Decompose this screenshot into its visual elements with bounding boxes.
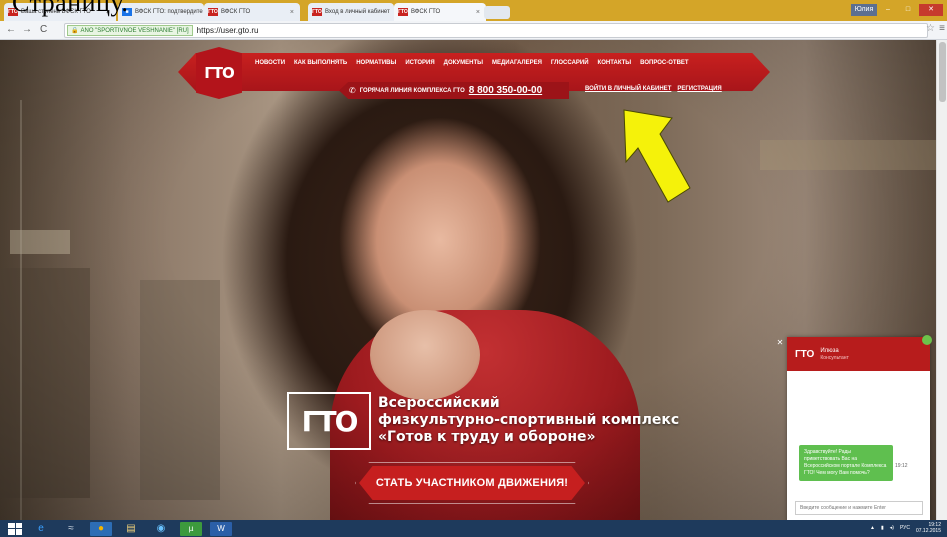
yellow-arrow-annotation bbox=[623, 109, 691, 203]
tagline: Всероссийский физкультурно-спортивный ко… bbox=[378, 395, 679, 446]
gto-favicon-icon: ГТО bbox=[208, 8, 218, 16]
minimize-button[interactable]: – bbox=[879, 4, 897, 16]
gto-big-logo-text: ГТО bbox=[301, 404, 359, 438]
nav-glossary[interactable]: ГЛОССАРИЙ bbox=[551, 60, 589, 66]
hotline-label: ГОРЯЧАЯ ЛИНИЯ КОМПЛЕКСА ГТО bbox=[359, 87, 465, 94]
volume-icon[interactable]: ◂) bbox=[890, 525, 894, 531]
windows-taskbar: e ≈ ● ▤ ◉ µ W ▲ ▮ ◂) РУС 19:12 07.12.201… bbox=[0, 520, 947, 537]
chat-agent-role: Консультант bbox=[820, 355, 849, 361]
online-status-dot bbox=[922, 335, 932, 345]
chat-close-icon[interactable]: ✕ bbox=[775, 338, 785, 348]
ie-icon[interactable]: e bbox=[30, 522, 52, 536]
auth-links: ВОЙТИ В ЛИЧНЫЙ КАБИНЕТ РЕГИСТРАЦИЯ bbox=[585, 86, 722, 92]
site-logo[interactable]: ГТО bbox=[196, 47, 242, 99]
phone-icon: ✆ bbox=[349, 86, 356, 95]
address-bar: ← → C 🔒 ANO "SPORTIVNOE VESHNANIE" [RU] … bbox=[0, 21, 947, 40]
chat-message-bubble: Здравствуйте! Рады приветствовать Вас на… bbox=[799, 445, 893, 481]
close-window-button[interactable]: ✕ bbox=[919, 4, 943, 16]
ssl-org-label: ANO "SPORTIVNOE VESHNANIE" [RU] bbox=[80, 27, 189, 34]
page-scrollbar[interactable] bbox=[936, 40, 947, 520]
system-tray: ▲ ▮ ◂) РУС 19:12 07.12.2015 bbox=[870, 522, 941, 534]
network-icon[interactable]: ▮ bbox=[881, 525, 884, 531]
tab-5-active[interactable]: ГТО ВФСК ГТО × bbox=[394, 3, 486, 21]
word-icon[interactable]: W bbox=[210, 521, 232, 536]
chat-logo: ГТО bbox=[795, 348, 815, 360]
chat-header[interactable]: ГТО Илюза Консультант bbox=[787, 337, 930, 371]
scrollbar-thumb[interactable] bbox=[939, 42, 946, 102]
tagline-line-3: «Готов к труду и обороне» bbox=[378, 429, 596, 445]
tab-4[interactable]: ГТО Вход в личный кабинет × bbox=[308, 3, 394, 21]
browser-tab-bar: ГТО Ваша ступень ВФСК ГТО × ■ ВФСК ГТО: … bbox=[0, 0, 947, 21]
back-icon[interactable]: ← bbox=[6, 24, 16, 36]
utorrent-icon[interactable]: µ bbox=[180, 521, 202, 536]
tab-2[interactable]: ■ ВФСК ГТО: подтвердите × bbox=[118, 3, 204, 21]
main-nav: НОВОСТИ КАК ВЫПОЛНЯТЬ НОРМАТИВЫ ИСТОРИЯ … bbox=[255, 60, 689, 66]
chat-agent-name: Илюза bbox=[820, 348, 839, 354]
url-input[interactable]: 🔒 ANO "SPORTIVNOE VESHNANIE" [RU] https:… bbox=[64, 23, 928, 38]
gto-favicon-icon: ГТО bbox=[398, 8, 408, 16]
globe-icon[interactable]: ◉ bbox=[150, 522, 172, 536]
chrome-icon[interactable]: ● bbox=[90, 521, 112, 536]
folder-icon[interactable]: ▤ bbox=[120, 522, 142, 536]
tagline-line-1: Всероссийский bbox=[378, 395, 500, 411]
nav-history[interactable]: ИСТОРИЯ bbox=[405, 60, 434, 66]
tab-close-icon[interactable]: × bbox=[470, 9, 480, 16]
url-text: https://user.gto.ru bbox=[196, 26, 259, 35]
join-movement-button[interactable]: СТАТЬ УЧАСТНИКОМ ДВИЖЕНИЯ! bbox=[359, 466, 585, 500]
window-controls: Юлия – □ ✕ bbox=[851, 4, 943, 16]
nav-standards[interactable]: НОРМАТИВЫ bbox=[356, 60, 396, 66]
tab-3[interactable]: ГТО ВФСК ГТО × bbox=[204, 3, 300, 21]
reload-icon[interactable]: C bbox=[40, 24, 47, 36]
cta-label: СТАТЬ УЧАСТНИКОМ ДВИЖЕНИЯ! bbox=[375, 477, 569, 489]
register-link[interactable]: РЕГИСТРАЦИЯ bbox=[677, 86, 721, 92]
gto-big-logo: ГТО bbox=[287, 392, 371, 450]
chat-message-input[interactable] bbox=[795, 501, 923, 515]
tab-label: Вход в личный кабинет bbox=[325, 9, 390, 15]
tagline-line-2: физкультурно-спортивный комплекс bbox=[378, 412, 680, 428]
login-link[interactable]: ВОЙТИ В ЛИЧНЫЙ КАБИНЕТ bbox=[585, 86, 671, 92]
caption-text: Страницу. bbox=[12, 0, 129, 17]
nav-news[interactable]: НОВОСТИ bbox=[255, 60, 285, 66]
bookmark-star-icon[interactable]: ☆ bbox=[926, 23, 935, 34]
nav-contacts[interactable]: КОНТАКТЫ bbox=[598, 60, 632, 66]
start-button-icon[interactable] bbox=[8, 522, 22, 535]
tab-close-icon[interactable]: × bbox=[284, 9, 294, 16]
forward-icon[interactable]: → bbox=[22, 24, 32, 36]
ssl-badge[interactable]: 🔒 ANO "SPORTIVNOE VESHNANIE" [RU] bbox=[67, 25, 193, 36]
nav-documents[interactable]: ДОКУМЕНТЫ bbox=[444, 60, 483, 66]
nav-media[interactable]: МЕДИАГАЛЕРЕЯ bbox=[492, 60, 542, 66]
maximize-button[interactable]: □ bbox=[899, 4, 917, 16]
new-tab-button[interactable] bbox=[484, 6, 510, 19]
tray-arrow-icon[interactable]: ▲ bbox=[870, 525, 875, 531]
nav-faq[interactable]: ВОПРОС-ОТВЕТ bbox=[640, 60, 688, 66]
profile-button[interactable]: Юлия bbox=[851, 4, 877, 16]
lock-icon: 🔒 bbox=[71, 28, 79, 34]
hotline-banner: ✆ ГОРЯЧАЯ ЛИНИЯ КОМПЛЕКСА ГТО 8 800 350-… bbox=[339, 82, 569, 99]
lang-indicator[interactable]: РУС bbox=[900, 525, 910, 531]
chat-message-time: 19:12 bbox=[895, 463, 908, 469]
nav-how-to[interactable]: КАК ВЫПОЛНЯТЬ bbox=[294, 60, 347, 66]
browser-menu-icon[interactable]: ≡ bbox=[939, 23, 945, 34]
site-logo-text: ГТО bbox=[204, 64, 235, 82]
clock[interactable]: 19:12 07.12.2015 bbox=[916, 522, 941, 534]
chat-widget: ГТО Илюза Консультант Здравствуйте! Рады… bbox=[787, 335, 932, 522]
tab-label: ВФСК ГТО bbox=[221, 9, 251, 15]
tab-label: ВФСК ГТО: подтвердите bbox=[135, 9, 203, 15]
clock-date: 07.12.2015 bbox=[915, 528, 941, 534]
hotline-number-link[interactable]: 8 800 350-00-00 bbox=[469, 85, 542, 96]
files-icon[interactable]: ≈ bbox=[60, 522, 82, 536]
tab-label: ВФСК ГТО bbox=[411, 9, 441, 15]
gto-favicon-icon: ГТО bbox=[312, 8, 322, 16]
